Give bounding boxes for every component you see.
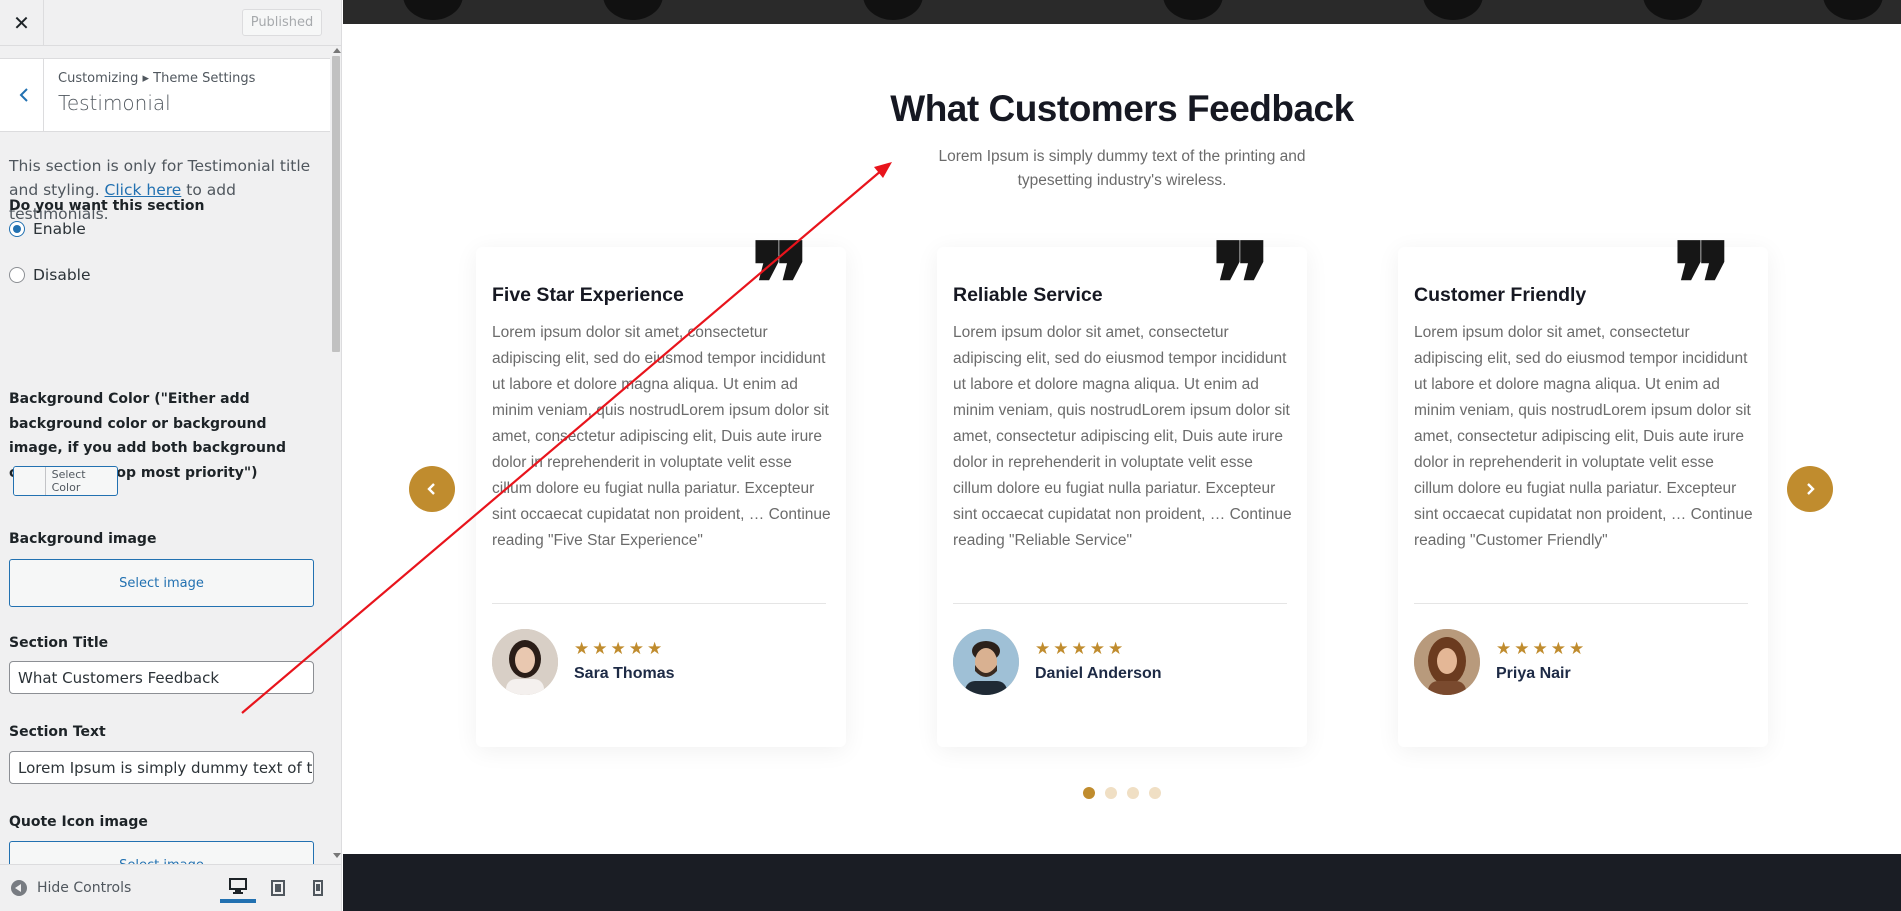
avatar <box>1414 629 1480 695</box>
card-title: Five Star Experience <box>492 284 684 306</box>
quote-icon: ❞ <box>1211 219 1271 348</box>
color-swatch <box>14 467 46 495</box>
pagination-dot[interactable] <box>1083 787 1095 799</box>
carousel-pagination <box>1083 787 1161 799</box>
testimonial-section-title: What Customers Feedback <box>890 88 1354 129</box>
section-title-label: Section Title <box>9 635 109 651</box>
breadcrumb: Customizing ▸ Theme Settings <box>58 71 256 86</box>
select-color-button[interactable]: Select Color <box>13 466 118 496</box>
hide-controls-label: Hide Controls <box>37 880 132 896</box>
published-button[interactable]: Published <box>242 9 322 36</box>
radio-disable-input[interactable] <box>9 267 25 283</box>
card-body: Lorem ipsum dolor sit amet, consectetur … <box>492 324 831 549</box>
scroll-up-icon[interactable] <box>333 48 341 53</box>
pagination-dot[interactable] <box>1127 787 1139 799</box>
desktop-icon <box>229 878 247 894</box>
desktop-preview-button[interactable] <box>220 873 256 903</box>
chevron-right-icon <box>1807 483 1815 495</box>
collapse-icon <box>11 880 27 896</box>
quote-icon-image-button[interactable]: Select image <box>9 841 314 864</box>
testimonial-card: ❞ Customer Friendly Lorem ipsum dolor si… <box>1398 229 1768 747</box>
select-color-label: Select Color <box>51 468 86 494</box>
reviewer-name: Daniel Anderson <box>1035 665 1162 682</box>
card-body: Lorem ipsum dolor sit amet, consectetur … <box>1414 324 1753 549</box>
customizer-header: ✕ Published <box>0 0 341 46</box>
card-divider <box>1414 603 1748 604</box>
carousel-prev-button[interactable] <box>409 466 455 512</box>
background-image-button[interactable]: Select image <box>9 559 314 607</box>
quote-icon: ❞ <box>750 219 810 348</box>
chevron-left-icon <box>19 88 28 102</box>
site-preview: What Customers Feedback Lorem Ipsum is s… <box>343 0 1901 911</box>
radio-enable-input[interactable] <box>9 221 25 237</box>
card-divider <box>492 603 826 604</box>
section-text-label: Section Text <box>9 724 106 740</box>
reviewer-name: Priya Nair <box>1496 665 1571 682</box>
section-text-input[interactable]: Lorem Ipsum is simply dummy text of the <box>9 751 314 784</box>
customizer-footer: Hide Controls <box>0 864 341 911</box>
hide-controls-button[interactable]: Hide Controls <box>11 880 131 896</box>
star-rating: ★★★★★ <box>574 639 666 659</box>
carousel-next-button[interactable] <box>1787 466 1833 512</box>
radio-disable-label: Disable <box>33 266 91 284</box>
tablet-preview-button[interactable] <box>260 873 296 903</box>
section-title-input[interactable]: What Customers Feedback <box>9 661 314 694</box>
site-footer <box>343 854 1901 911</box>
star-rating: ★★★★★ <box>1035 639 1127 659</box>
close-icon[interactable]: ✕ <box>0 0 44 45</box>
hero-image-strip <box>343 0 1901 24</box>
customizer-sidebar: ✕ Published Customizing ▸ Theme Settings… <box>0 0 342 911</box>
mobile-preview-button[interactable] <box>300 873 336 903</box>
quote-icon-label: Quote Icon image <box>9 814 148 830</box>
testimonial-card: ❞ Five Star Experience Lorem ipsum dolor… <box>476 229 846 747</box>
pagination-dot[interactable] <box>1105 787 1117 799</box>
radio-disable[interactable]: Disable <box>9 266 91 284</box>
radio-enable[interactable]: Enable <box>9 220 86 238</box>
avatar <box>492 629 558 695</box>
avatar <box>953 629 1019 695</box>
mobile-icon <box>313 880 323 896</box>
chevron-left-icon <box>427 483 435 495</box>
testimonial-card: ❞ Reliable Service Lorem ipsum dolor sit… <box>937 229 1307 747</box>
card-title: Reliable Service <box>953 284 1103 306</box>
sidebar-scrollbar[interactable] <box>330 46 341 864</box>
pagination-dot[interactable] <box>1149 787 1161 799</box>
section-toggle-label: Do you want this section <box>9 198 205 214</box>
scrollbar-thumb[interactable] <box>332 56 340 352</box>
reviewer-name: Sara Thomas <box>574 665 675 682</box>
star-rating: ★★★★★ <box>1496 639 1588 659</box>
card-body: Lorem ipsum dolor sit amet, consectetur … <box>953 324 1292 549</box>
quote-icon: ❞ <box>1672 219 1732 348</box>
testimonial-section-text: Lorem Ipsum is simply dummy text of the … <box>938 148 1306 189</box>
panel-title-section: Customizing ▸ Theme Settings Testimonial <box>0 58 330 132</box>
card-title: Customer Friendly <box>1414 284 1587 306</box>
scroll-down-icon[interactable] <box>333 853 341 858</box>
controls-panel: Customizing ▸ Theme Settings Testimonial… <box>0 46 330 864</box>
radio-enable-label: Enable <box>33 220 86 238</box>
tablet-icon <box>271 880 285 896</box>
panel-title: Testimonial <box>58 91 171 115</box>
card-divider <box>953 603 1287 604</box>
background-image-label: Background image <box>9 531 157 547</box>
back-button[interactable] <box>0 59 44 131</box>
